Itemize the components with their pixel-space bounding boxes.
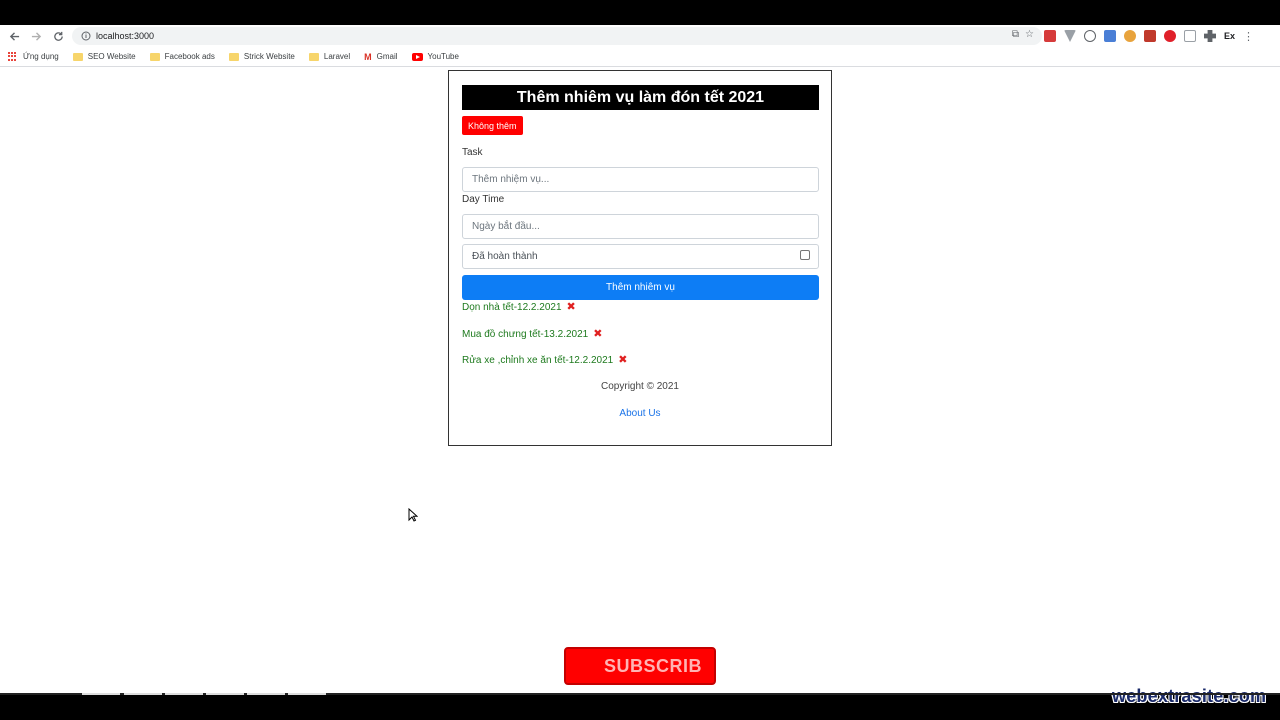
extension-translate-icon[interactable]	[1104, 30, 1116, 42]
bookmark-label: YouTube	[427, 52, 459, 61]
bookmark-strick-website[interactable]: Strick Website	[228, 52, 295, 61]
arrow-left-icon	[9, 31, 19, 41]
menu-dots-icon[interactable]: ⋮	[1243, 30, 1254, 43]
omnibox-actions: ⧉ ☆	[1012, 29, 1034, 40]
bookmark-facebook-ads[interactable]: Facebook ads	[149, 52, 215, 61]
task-input[interactable]: Thêm nhiệm vụ...	[462, 167, 819, 192]
extension-chart-icon[interactable]	[1144, 30, 1156, 42]
folder-icon	[72, 52, 83, 61]
bookmark-label: Ứng dụng	[23, 52, 59, 61]
extension-red-icon[interactable]	[1044, 30, 1056, 42]
about-us-link[interactable]: About Us	[449, 408, 831, 419]
site-info-icon[interactable]	[78, 28, 94, 44]
arrow-right-icon	[31, 31, 41, 41]
translate-icon[interactable]: ⧉	[1012, 29, 1019, 40]
youtube-icon	[411, 52, 423, 61]
subscribe-overlay: SUBSCRIB	[564, 647, 716, 685]
bookmark-star-icon[interactable]: ☆	[1025, 29, 1034, 40]
bookmark-gmail[interactable]: M Gmail	[364, 52, 397, 62]
back-button[interactable]	[3, 25, 25, 47]
task-text: Mua đồ chưng tết-13.2.2021	[462, 329, 589, 340]
task-item: Mua đồ chưng tết-13.2.2021 ✖	[462, 329, 602, 341]
delete-x-icon[interactable]: ✖	[618, 355, 627, 366]
completed-checkbox[interactable]	[800, 250, 810, 260]
extensions-bar: Ex ⋮	[1044, 28, 1254, 44]
bookmark-seo-website[interactable]: SEO Website	[72, 52, 136, 61]
daytime-label: Day Time	[462, 194, 505, 205]
bookmark-label: Gmail	[376, 52, 398, 61]
todo-card: Thêm nhiêm vụ làm đón tết 2021 Không thê…	[448, 70, 832, 446]
puzzle-icon[interactable]	[1204, 30, 1216, 42]
reload-button[interactable]	[47, 25, 69, 47]
bookmark-label: Facebook ads	[164, 52, 215, 61]
bookmark-label: SEO Website	[87, 52, 136, 61]
watermark: webextrasite.com	[1112, 686, 1267, 706]
folder-icon	[308, 52, 319, 61]
extension-vee-icon[interactable]	[1064, 30, 1076, 42]
address-bar[interactable]: localhost:3000 ⧉ ☆	[72, 27, 1042, 45]
bookmark-label: Strick Website	[243, 52, 295, 61]
extension-gear-icon[interactable]	[1124, 30, 1136, 42]
extension-ex-label[interactable]: Ex	[1224, 31, 1235, 41]
page-content: Thêm nhiêm vụ làm đón tết 2021 Không thê…	[0, 68, 1280, 706]
add-task-button[interactable]: Thêm nhiêm vụ	[462, 275, 819, 300]
gmail-icon: M	[364, 51, 372, 62]
task-item: Rửa xe ,chỉnh xe ăn tết-12.2.2021 ✖	[462, 355, 627, 367]
folder-icon	[149, 52, 160, 61]
bookmarks-bar: Ứng dụng SEO Website Facebook ads Strick…	[0, 47, 1280, 67]
taskbar	[0, 693, 1280, 695]
screen-frame: localhost:3000 ⧉ ☆ Ex ⋮ Ứng dụng SEO Web…	[0, 0, 1280, 720]
bookmark-label: Laravel	[323, 52, 351, 61]
delete-x-icon[interactable]: ✖	[567, 302, 576, 313]
completed-label: Đã hoàn thành	[472, 251, 538, 262]
extension-shield-icon[interactable]	[1184, 30, 1196, 42]
daytime-input[interactable]: Ngày bắt đầu...	[462, 214, 819, 239]
extension-circle-icon[interactable]	[1084, 30, 1096, 42]
address-url: localhost:3000	[96, 31, 155, 41]
bookmark-youtube[interactable]: YouTube	[411, 52, 459, 61]
page-title: Thêm nhiêm vụ làm đón tết 2021	[462, 85, 819, 110]
cancel-button[interactable]: Không thêm	[462, 116, 523, 135]
copyright-text: Copyright © 2021	[601, 381, 679, 392]
browser-toolbar: localhost:3000 ⧉ ☆ Ex ⋮	[0, 25, 1280, 47]
apps-grid-icon	[8, 51, 18, 62]
task-label: Task	[462, 147, 483, 158]
browser-window: localhost:3000 ⧉ ☆ Ex ⋮ Ứng dụng SEO Web…	[0, 25, 1280, 706]
task-text: Dọn nhà tết-12.2.2021	[462, 302, 562, 313]
task-item: Dọn nhà tết-12.2.2021 ✖	[462, 302, 576, 314]
extension-opera-icon[interactable]	[1164, 30, 1176, 42]
task-text: Rửa xe ,chỉnh xe ăn tết-12.2.2021	[462, 355, 614, 366]
folder-icon	[228, 52, 239, 61]
completed-field: Đã hoàn thành	[462, 244, 819, 269]
forward-button[interactable]	[25, 25, 47, 47]
reload-icon	[53, 31, 63, 41]
delete-x-icon[interactable]: ✖	[593, 329, 602, 340]
bookmark-laravel[interactable]: Laravel	[308, 52, 351, 61]
bookmark-apps[interactable]: Ứng dụng	[8, 51, 59, 62]
